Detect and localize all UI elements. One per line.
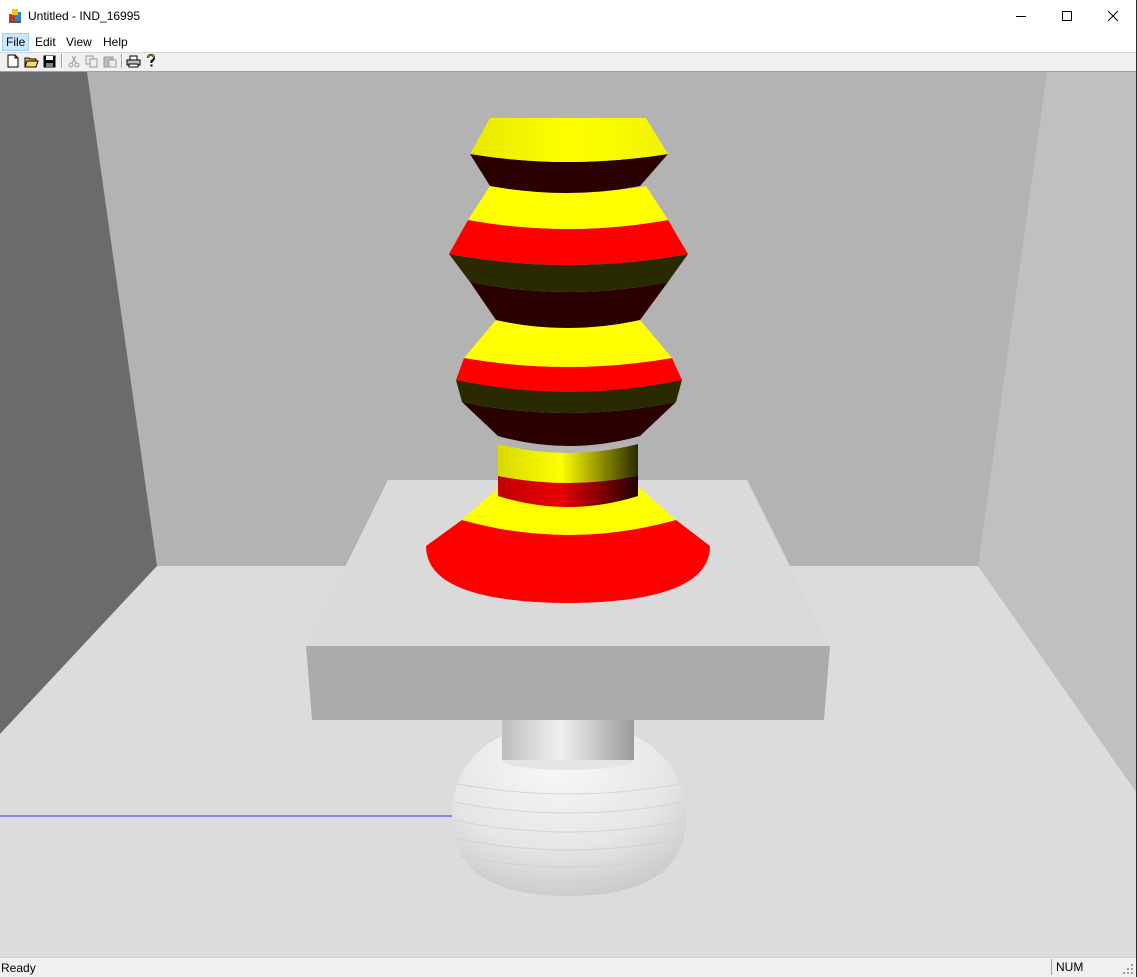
application-window: Untitled - IND_16995 File Edit View Help — [0, 0, 1137, 977]
app-icon — [9, 9, 21, 23]
scene-canvas[interactable] — [0, 72, 1136, 957]
minimize-icon — [1016, 16, 1026, 17]
resize-grip-icon[interactable] — [1122, 963, 1134, 975]
menu-bar: File Edit View Help — [0, 32, 1136, 52]
open-folder-icon — [23, 57, 39, 67]
cut-button[interactable] — [66, 53, 82, 69]
num-lock-indicator: NUM — [1051, 959, 1117, 975]
close-button[interactable] — [1090, 0, 1136, 32]
menu-edit[interactable]: Edit — [31, 34, 60, 51]
status-text: Ready — [1, 961, 36, 975]
copy-icon — [85, 55, 98, 67]
copy-button[interactable] — [84, 53, 100, 69]
paste-icon — [103, 56, 117, 67]
top-cap-yellow — [470, 118, 668, 162]
title-bar[interactable]: Untitled - IND_16995 — [0, 0, 1136, 32]
print-icon — [126, 55, 140, 67]
maximize-icon — [1062, 11, 1072, 21]
maximize-button[interactable] — [1044, 0, 1090, 32]
minimize-button[interactable] — [998, 0, 1044, 32]
help-button[interactable] — [143, 53, 159, 69]
print-button[interactable] — [125, 53, 141, 69]
render-viewport[interactable] — [0, 72, 1136, 957]
menu-file[interactable]: File — [2, 33, 30, 51]
new-document-icon — [7, 54, 19, 68]
save-disk-icon — [43, 55, 55, 67]
help-question-icon — [147, 54, 156, 67]
paste-button[interactable] — [102, 53, 118, 69]
pedestal-front — [306, 646, 830, 720]
open-button[interactable] — [23, 53, 39, 69]
new-button[interactable] — [5, 53, 21, 69]
toolbar — [0, 53, 1136, 72]
window-title: Untitled - IND_16995 — [28, 9, 141, 23]
save-button[interactable] — [41, 53, 57, 69]
menu-view[interactable]: View — [62, 34, 96, 51]
status-bar: Ready NUM — [0, 957, 1136, 977]
cut-scissors-icon — [68, 55, 80, 67]
toolbar-separator — [61, 54, 63, 68]
toolbar-separator — [121, 54, 123, 68]
close-icon — [1107, 10, 1119, 22]
menu-help[interactable]: Help — [99, 34, 132, 51]
